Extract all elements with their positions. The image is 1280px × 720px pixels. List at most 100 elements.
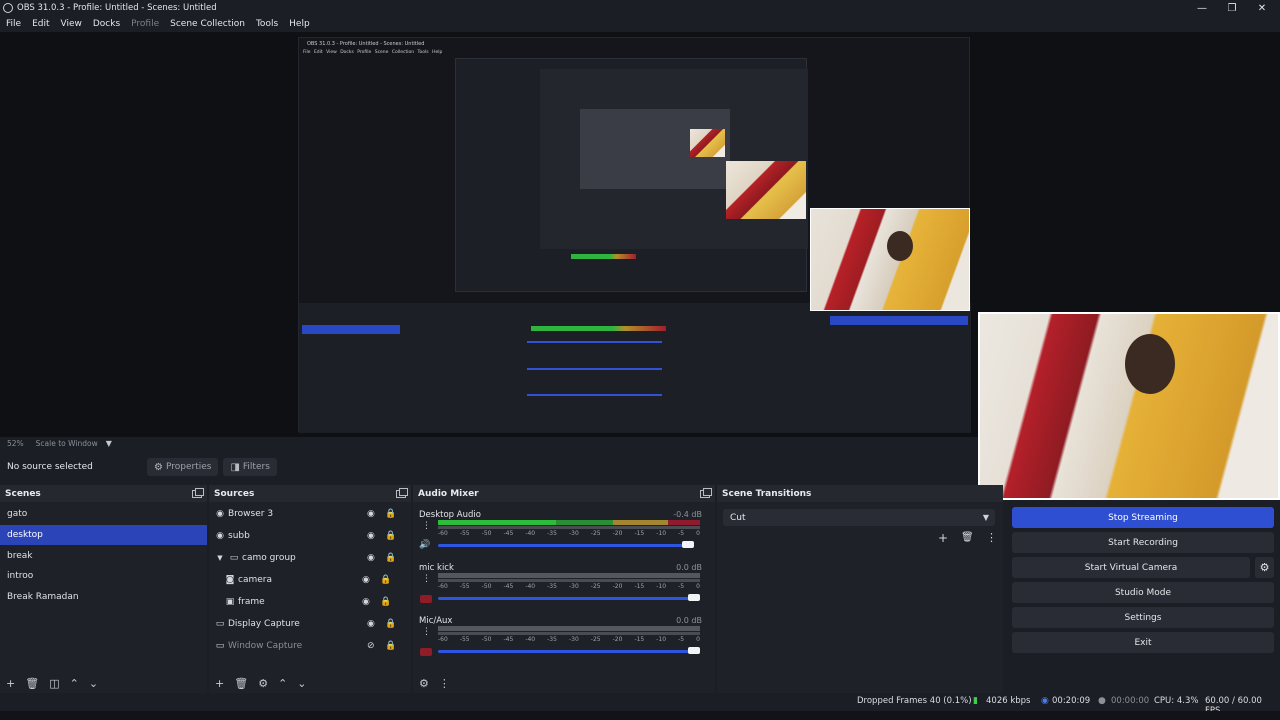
properties-button[interactable]: ⚙ Properties	[147, 458, 219, 476]
audio-mixer-dock: Audio Mixer Desktop Audio -0.4 dB -60 -55…	[413, 485, 715, 693]
meter-ticks: -60 -55 -50 -45 -40 -35 -30 -25 -20 -15 -10 -5 0	[438, 530, 700, 537]
menu-scene-collection[interactable]: Scene Collection	[170, 19, 245, 29]
add-icon[interactable]: +	[938, 531, 948, 545]
stream-time: 00:20:09	[1052, 696, 1091, 706]
eye-icon[interactable]: ◉	[362, 597, 370, 607]
chevron-up-icon[interactable]: ⌃	[70, 677, 79, 690]
menu-tools[interactable]: Tools	[256, 19, 278, 29]
lock-icon[interactable]: 🔒	[380, 575, 391, 585]
volume-slider-knob[interactable]	[688, 594, 700, 601]
volume-slider[interactable]	[438, 544, 686, 547]
undock-icon[interactable]	[700, 487, 712, 498]
trash-icon[interactable]: 🗑	[25, 677, 39, 690]
menu-file[interactable]: File	[6, 19, 21, 29]
menu-docks[interactable]: Docks	[93, 19, 120, 29]
lock-icon[interactable]: 🔒	[385, 619, 396, 629]
trash-icon[interactable]: 🗑	[961, 532, 974, 543]
chevron-up-icon[interactable]: ⌃	[278, 677, 287, 690]
record-time: 00:00:00	[1111, 696, 1150, 706]
scale-mode[interactable]: Scale to Window	[36, 439, 98, 448]
status-bar: Dropped Frames 40 (0.1%) ▮ 4026 kbps ◉ 0…	[0, 693, 1280, 716]
eye-icon[interactable]: ◉	[367, 509, 375, 519]
chevron-down-icon[interactable]: ⌄	[89, 677, 98, 690]
source-item[interactable]: ◉ Browser 3 ◉ 🔒	[214, 503, 411, 525]
volume-meter	[438, 520, 700, 525]
virtual-camera-settings-icon[interactable]: ⚙	[1255, 557, 1274, 578]
eye-icon[interactable]: ◉	[367, 553, 375, 563]
menu-view[interactable]: View	[61, 19, 82, 29]
maximize-button[interactable]: ❐	[1217, 0, 1247, 16]
source-item[interactable]: ◉ subb ◉ 🔒	[214, 525, 411, 547]
lock-icon[interactable]: 🔒	[385, 531, 396, 541]
volume-meter	[438, 573, 700, 578]
scene-item-break[interactable]: break	[0, 545, 207, 566]
chevron-down-icon[interactable]: ⌄	[297, 677, 306, 690]
scene-item-break-ramadan[interactable]: Break Ramadan	[0, 587, 207, 608]
more-options-icon[interactable]: ⋮	[422, 521, 431, 531]
source-item[interactable]: ▣ frame ◉ 🔒	[214, 591, 411, 613]
volume-slider[interactable]	[438, 650, 700, 653]
stop-streaming-button[interactable]: Stop Streaming	[1012, 507, 1274, 528]
channel-db: 0.0 dB	[676, 616, 702, 625]
eye-icon[interactable]: ◉	[367, 619, 375, 629]
muted-speaker-icon[interactable]	[420, 648, 432, 656]
exit-button[interactable]: Exit	[1012, 632, 1274, 653]
more-options-icon[interactable]: ⋮	[422, 574, 431, 584]
menu-help[interactable]: Help	[289, 19, 310, 29]
bitrate: 4026 kbps	[986, 696, 1031, 706]
speaker-icon[interactable]: 🔊	[419, 540, 431, 550]
add-icon[interactable]: +	[6, 677, 15, 690]
scene-item-gato[interactable]: gato	[0, 504, 207, 525]
filter-icon[interactable]: ◫	[49, 677, 59, 690]
eye-icon[interactable]: ◉	[362, 575, 370, 585]
more-options-icon[interactable]: ⋮	[439, 677, 450, 690]
source-label: Window Capture	[228, 641, 303, 651]
folder-icon: ▭	[229, 553, 239, 563]
source-item[interactable]: ◙ camera ◉ 🔒	[214, 569, 411, 591]
transition-select[interactable]: Cut ▼	[723, 509, 995, 526]
muted-speaker-icon[interactable]	[420, 595, 432, 603]
gear-icon: ⚙	[154, 461, 163, 473]
scenes-dock: Scenes gato desktop break introo Break R…	[0, 485, 207, 693]
trash-icon[interactable]: 🗑	[234, 677, 248, 690]
studio-mode-button[interactable]: Studio Mode	[1012, 582, 1274, 603]
undock-icon[interactable]	[192, 487, 204, 498]
lock-icon[interactable]: 🔒	[385, 509, 396, 519]
menu-profile[interactable]: Profile	[131, 19, 159, 29]
gear-icon[interactable]: ⚙	[419, 677, 429, 690]
volume-slider-knob[interactable]	[682, 541, 694, 548]
expand-arrow-icon[interactable]: ▼	[214, 554, 226, 562]
source-item[interactable]: ▭ Display Capture ◉ 🔒	[214, 613, 411, 635]
settings-button[interactable]: Settings	[1012, 607, 1274, 628]
add-icon[interactable]: +	[215, 677, 224, 690]
nested-docks	[299, 303, 971, 433]
volume-slider-knob[interactable]	[688, 647, 700, 654]
scene-item-desktop[interactable]: desktop	[0, 524, 207, 546]
nested-stop-button	[830, 316, 968, 325]
eye-icon[interactable]: ◉	[367, 531, 375, 541]
sources-toolbar: + 🗑 ⚙ ⌃ ⌄	[209, 673, 411, 693]
lock-icon[interactable]: 🔒	[385, 553, 396, 563]
properties-label: Properties	[165, 462, 212, 472]
eye-hidden-icon[interactable]: ⊘	[367, 641, 375, 651]
source-item[interactable]: ▭ Window Capture ⊘ 🔒	[214, 635, 411, 657]
minimize-button[interactable]: —	[1187, 0, 1217, 16]
undock-icon[interactable]	[396, 487, 408, 498]
lock-icon[interactable]: 🔒	[385, 641, 396, 651]
filters-button[interactable]: ◨ Filters	[223, 458, 277, 476]
scenes-title: Scenes	[5, 488, 41, 499]
more-options-icon[interactable]: ⋮	[422, 627, 431, 637]
source-group[interactable]: ▼ ▭ camo group ◉ 🔒	[214, 547, 411, 569]
volume-meter-secondary	[438, 632, 700, 635]
lock-icon[interactable]: 🔒	[380, 597, 391, 607]
close-button[interactable]: ✕	[1247, 0, 1277, 16]
menu-edit[interactable]: Edit	[32, 19, 49, 29]
start-virtual-camera-button[interactable]: Start Virtual Camera	[1012, 557, 1250, 578]
scene-item-introo[interactable]: introo	[0, 566, 207, 587]
channel-db: 0.0 dB	[676, 563, 702, 572]
volume-slider[interactable]	[438, 597, 700, 600]
gear-icon[interactable]: ⚙	[258, 677, 268, 690]
start-recording-button[interactable]: Start Recording	[1012, 532, 1274, 553]
scale-dropdown-icon[interactable]: ▼	[106, 439, 112, 448]
more-options-icon[interactable]: ⋮	[986, 531, 997, 544]
